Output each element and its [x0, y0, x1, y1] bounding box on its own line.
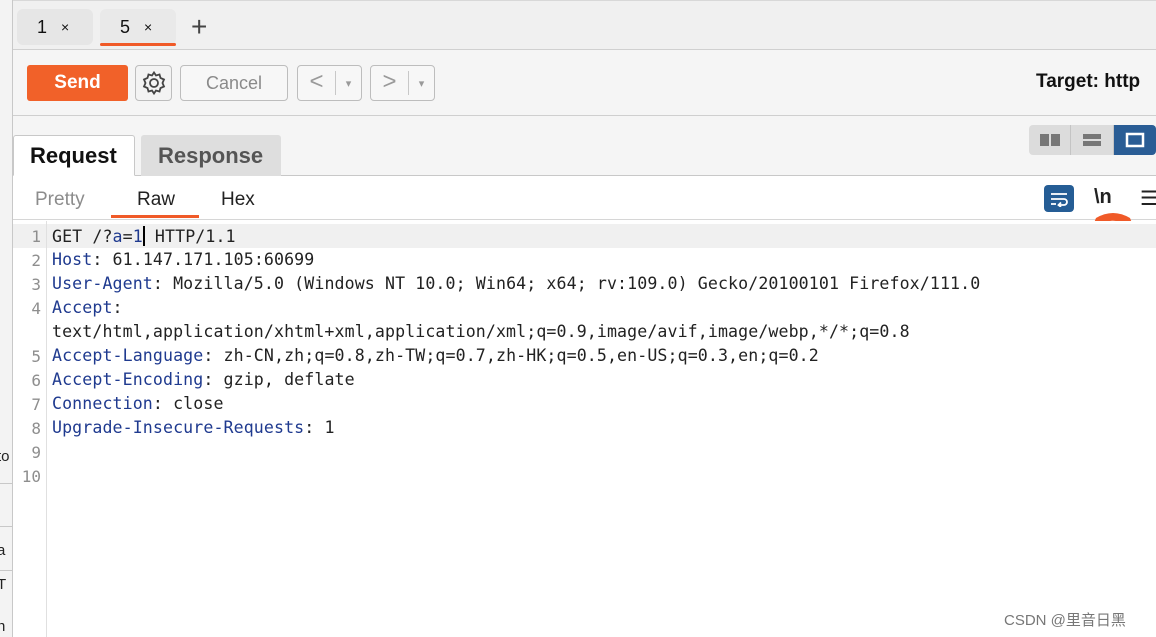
line-number: 4	[31, 299, 41, 318]
chevron-down-icon[interactable]: ▾	[409, 77, 434, 90]
header-name: Accept-Encoding	[52, 370, 204, 389]
request-line: GET /?a=1 HTTP/1.1	[52, 226, 236, 246]
line-number: 2	[31, 251, 41, 270]
layout-side-by-side-button[interactable]	[1029, 125, 1072, 155]
edge-fragment: to	[0, 448, 10, 465]
chevron-down-icon[interactable]: ▾	[336, 77, 361, 90]
tab-hex[interactable]: Hex	[221, 189, 255, 211]
header-value: : 61.147.171.105:60699	[92, 250, 315, 269]
settings-button[interactable]	[135, 65, 172, 101]
wrap-icon	[1051, 192, 1068, 207]
line-number: 6	[31, 371, 41, 390]
line-number: 10	[21, 467, 41, 486]
target-label[interactable]: Target: http	[1036, 71, 1140, 93]
panel-tabs: Request Response	[13, 116, 1156, 176]
method-path: GET /?	[52, 227, 113, 246]
close-icon[interactable]: ×	[144, 19, 152, 35]
line-number: 8	[31, 419, 41, 438]
header-line: Host: 61.147.171.105:60699	[52, 250, 314, 269]
tab-label: 1	[37, 16, 48, 37]
layout-single-button[interactable]	[1113, 125, 1156, 155]
header-line: Accept-Language: zh-CN,zh;q=0.8,zh-TW;q=…	[52, 346, 819, 365]
header-value: : zh-CN,zh;q=0.8,zh-TW;q=0.7,zh-HK;q=0.5…	[203, 346, 819, 365]
chevron-left-icon: <	[298, 70, 336, 95]
header-name: Connection	[52, 394, 153, 413]
gear-icon	[142, 70, 165, 96]
line-number: 7	[31, 395, 41, 414]
header-value: : close	[152, 394, 224, 413]
edge-divider	[0, 526, 12, 527]
edge-fragment: n	[0, 618, 5, 635]
edge-fragment: .	[0, 598, 1, 615]
http-version: HTTP/1.1	[144, 227, 236, 246]
forward-button[interactable]: > ▾	[370, 65, 435, 101]
line-number-gutter: 1 2 3 4 5 6 7 8 9 10	[13, 221, 47, 637]
header-value: text/html,application/xhtml+xml,applicat…	[52, 322, 910, 341]
repeater-tab-5[interactable]: 5 ×	[100, 9, 176, 46]
edge-fragment: T	[0, 576, 6, 593]
rows-icon	[1083, 134, 1102, 146]
close-icon[interactable]: ×	[61, 19, 69, 35]
active-tab-indicator	[111, 215, 199, 218]
raw-request-editor[interactable]: 1 2 3 4 5 6 7 8 9 10 GET /?a=1 HTTP/1.1 …	[13, 221, 1156, 637]
single-pane-icon	[1125, 132, 1145, 148]
show-newlines-button[interactable]: \n	[1094, 186, 1112, 209]
line-number: 1	[31, 227, 41, 246]
edge-fragment: a	[0, 542, 5, 559]
header-name: Accept	[52, 298, 113, 317]
header-line: Connection: close	[52, 394, 224, 413]
layout-stacked-button[interactable]	[1071, 125, 1114, 155]
tab-request[interactable]: Request	[13, 135, 135, 176]
header-value: : gzip, deflate	[203, 370, 355, 389]
send-button[interactable]: Send	[27, 65, 128, 101]
cancel-button[interactable]: Cancel	[180, 65, 288, 101]
header-name: Upgrade-Insecure-Requests	[52, 418, 305, 437]
param-value: 1	[132, 227, 143, 246]
header-value: : 1	[304, 418, 335, 437]
adjacent-panel-edge: to a T . n	[0, 0, 13, 637]
columns-icon	[1039, 134, 1060, 146]
header-line-wrapped: text/html,application/xhtml+xml,applicat…	[52, 322, 910, 341]
back-button[interactable]: < ▾	[297, 65, 362, 101]
line-number: 9	[31, 443, 41, 462]
request-toolbar: Send Cancel < ▾ > ▾ Target: http	[13, 50, 1156, 116]
header-name: Accept-Language	[52, 346, 204, 365]
layout-toggle-group	[1029, 125, 1156, 155]
header-line: Accept:	[52, 298, 123, 317]
header-line: Upgrade-Insecure-Requests: 1	[52, 418, 335, 437]
header-name: Host	[52, 250, 93, 269]
tab-raw[interactable]: Raw	[137, 189, 175, 211]
header-name: User-Agent	[52, 274, 153, 293]
line-number: 5	[31, 347, 41, 366]
repeater-tab-1[interactable]: 1 ×	[17, 9, 93, 45]
chevron-right-icon: >	[371, 70, 409, 95]
word-wrap-button[interactable]	[1044, 185, 1074, 212]
request-view-tabs: Pretty Raw Hex \n ☰	[13, 177, 1156, 220]
edge-divider	[0, 570, 12, 571]
line-number: 3	[31, 275, 41, 294]
repeater-tab-strip: 1 × 5 × +	[13, 0, 1156, 50]
header-value: :	[112, 298, 123, 317]
tab-label: 5	[120, 16, 131, 37]
header-line: Accept-Encoding: gzip, deflate	[52, 370, 355, 389]
header-value: : Mozilla/5.0 (Windows NT 10.0; Win64; x…	[152, 274, 981, 293]
tab-pretty[interactable]: Pretty	[35, 189, 85, 211]
add-tab-icon[interactable]: +	[191, 13, 207, 41]
edge-divider	[0, 483, 12, 484]
header-line: User-Agent: Mozilla/5.0 (Windows NT 10.0…	[52, 274, 980, 293]
menu-icon[interactable]: ☰	[1140, 186, 1156, 211]
param-name: a	[112, 227, 123, 246]
tab-response[interactable]: Response	[141, 135, 281, 176]
watermark: CSDN @里音日黑	[1004, 612, 1126, 629]
param-equals: =	[122, 227, 133, 246]
